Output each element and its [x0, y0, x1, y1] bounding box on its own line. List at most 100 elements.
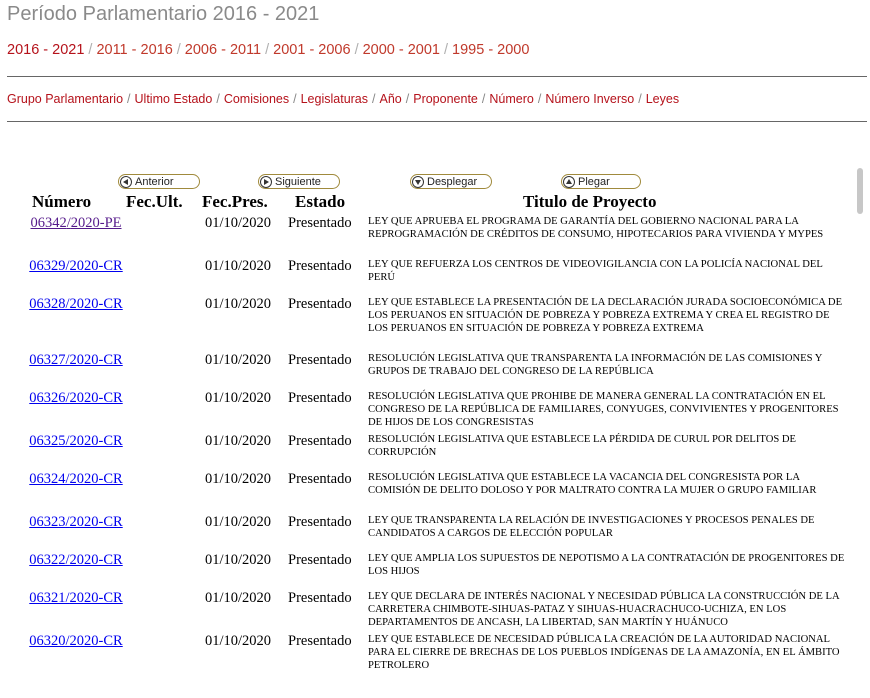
project-number-cell: 06322/2020-CR: [26, 552, 126, 569]
project-suffix: 2020-CR: [69, 590, 123, 606]
divider: [7, 76, 867, 77]
arrow-down-icon: [412, 175, 424, 188]
project-id: 06322: [29, 552, 66, 568]
status-text: Presentado: [288, 590, 352, 606]
project-id: 06323: [29, 514, 66, 530]
project-link[interactable]: 06325/2020-CR: [29, 433, 122, 449]
project-title: LEY QUE ESTABLECE LA PRESENTACIÓN DE LA …: [368, 297, 843, 334]
project-id: 06320: [29, 633, 66, 649]
project-link[interactable]: 06327/2020-CR: [29, 352, 122, 368]
project-title: LEY QUE TRANSPARENTA LA RELACIÓN DE INVE…: [368, 515, 815, 539]
filter-link[interactable]: Año: [380, 92, 402, 106]
separator: /: [293, 92, 297, 106]
project-title: RESOLUCIÓN LEGISLATIVA QUE TRANSPARENTA …: [368, 353, 823, 377]
presentation-date: 01/10/2020: [205, 633, 272, 649]
project-suffix: 2020-CR: [69, 552, 123, 568]
project-title: LEY QUE AMPLIA LOS SUPUESTOS DE NEPOTISM…: [368, 553, 845, 577]
presentation-date: 01/10/2020: [205, 590, 272, 606]
filter-link[interactable]: Comisiones: [224, 92, 289, 106]
project-id: 06324: [29, 471, 66, 487]
project-number-cell: 06342/2020-PE: [26, 215, 126, 232]
project-id: 06329: [29, 258, 66, 274]
project-suffix: 2020-CR: [69, 471, 123, 487]
project-id: 06326: [29, 390, 66, 406]
project-id: 06327: [29, 352, 66, 368]
status-text: Presentado: [288, 215, 352, 231]
project-link[interactable]: 06323/2020-CR: [29, 514, 122, 530]
filter-link[interactable]: Proponente: [413, 92, 478, 106]
filter-nav: Grupo Parlamentario / Ultimo Estado / Comisi…: [7, 92, 679, 106]
project-link[interactable]: 06324/2020-CR: [29, 471, 122, 487]
separator: /: [88, 42, 93, 58]
next-label: Siguiente: [275, 175, 321, 188]
project-link[interactable]: 06329/2020-CR: [29, 258, 122, 274]
presentation-date: 01/10/2020: [205, 215, 272, 231]
project-number-cell: 06320/2020-CR: [26, 633, 126, 650]
arrow-left-icon: [120, 175, 132, 188]
column-header-status: Estado: [295, 192, 346, 211]
collapse-button[interactable]: Plegar: [561, 174, 641, 189]
presentation-date: 01/10/2020: [205, 471, 272, 487]
project-suffix: 2020-CR: [69, 258, 123, 274]
status-text: Presentado: [288, 471, 352, 487]
separator: /: [537, 92, 542, 106]
presentation-date: 01/10/2020: [205, 296, 272, 312]
presentation-date: 01/10/2020: [205, 258, 272, 274]
previous-button[interactable]: Anterior: [118, 174, 200, 189]
scrollbar-thumb[interactable]: [857, 168, 863, 214]
period-link[interactable]: 2011 - 2016: [96, 42, 172, 58]
separator: /: [405, 92, 410, 106]
column-header-pres-date: Fec.Pres.: [202, 192, 268, 211]
divider: [7, 121, 867, 122]
separator: /: [481, 92, 486, 106]
project-number-cell: 06323/2020-CR: [26, 514, 126, 531]
separator: /: [372, 92, 376, 106]
column-header-number: Número: [32, 192, 92, 211]
project-title: RESOLUCIÓN LEGISLATIVA QUE ESTABLECE LA …: [368, 472, 817, 496]
project-number-cell: 06326/2020-CR: [26, 390, 126, 407]
project-suffix: 2020-CR: [69, 433, 123, 449]
expand-button[interactable]: Desplegar: [410, 174, 492, 189]
project-link[interactable]: 06322/2020-CR: [29, 552, 122, 568]
project-suffix: 2020-CR: [69, 633, 123, 649]
project-suffix: 2020-CR: [69, 352, 123, 368]
separator: /: [444, 42, 449, 58]
next-button[interactable]: Siguiente: [258, 174, 340, 189]
project-id: 06325: [29, 433, 66, 449]
separator: /: [216, 92, 220, 106]
project-title: RESOLUCIÓN LEGISLATIVA QUE ESTABLECE LA …: [368, 434, 797, 458]
status-text: Presentado: [288, 514, 352, 530]
project-title: LEY QUE REFUERZA LOS CENTROS DE VIDEOVIG…: [368, 259, 823, 283]
period-link[interactable]: 1995 - 2000: [452, 42, 529, 58]
separator: /: [354, 42, 359, 58]
filter-link[interactable]: Número Inverso: [545, 92, 634, 106]
filter-link[interactable]: Leyes: [646, 92, 679, 106]
project-number-cell: 06321/2020-CR: [26, 590, 126, 607]
period-link[interactable]: 2016 - 2021: [7, 42, 84, 58]
filter-link[interactable]: Legislaturas: [301, 92, 368, 106]
separator: /: [176, 42, 181, 58]
column-header-last-date: Fec.Ult.: [126, 192, 183, 211]
column-header-title: Titulo de Proyecto: [523, 192, 657, 211]
filter-link[interactable]: Ultimo Estado: [135, 92, 213, 106]
period-link[interactable]: 2000 - 2001: [363, 42, 440, 58]
project-suffix: 2020-CR: [69, 390, 123, 406]
separator: /: [265, 42, 270, 58]
presentation-date: 01/10/2020: [205, 352, 272, 368]
period-link[interactable]: 2006 - 2011: [185, 42, 261, 58]
filter-link[interactable]: Grupo Parlamentario: [7, 92, 123, 106]
period-link[interactable]: 2001 - 2006: [273, 42, 350, 58]
project-link[interactable]: 06342/2020-PE: [30, 215, 121, 231]
page-title: Período Parlamentario 2016 - 2021: [7, 3, 320, 25]
project-number-cell: 06324/2020-CR: [26, 471, 126, 488]
project-link[interactable]: 06326/2020-CR: [29, 390, 122, 406]
separator: /: [127, 92, 131, 106]
project-link[interactable]: 06328/2020-CR: [29, 296, 122, 312]
filter-link[interactable]: Número: [489, 92, 533, 106]
project-id: 06328: [29, 296, 66, 312]
project-link[interactable]: 06320/2020-CR: [29, 633, 122, 649]
project-suffix: 2020-CR: [69, 514, 123, 530]
separator: /: [638, 92, 642, 106]
status-text: Presentado: [288, 258, 352, 274]
project-link[interactable]: 06321/2020-CR: [29, 590, 122, 606]
